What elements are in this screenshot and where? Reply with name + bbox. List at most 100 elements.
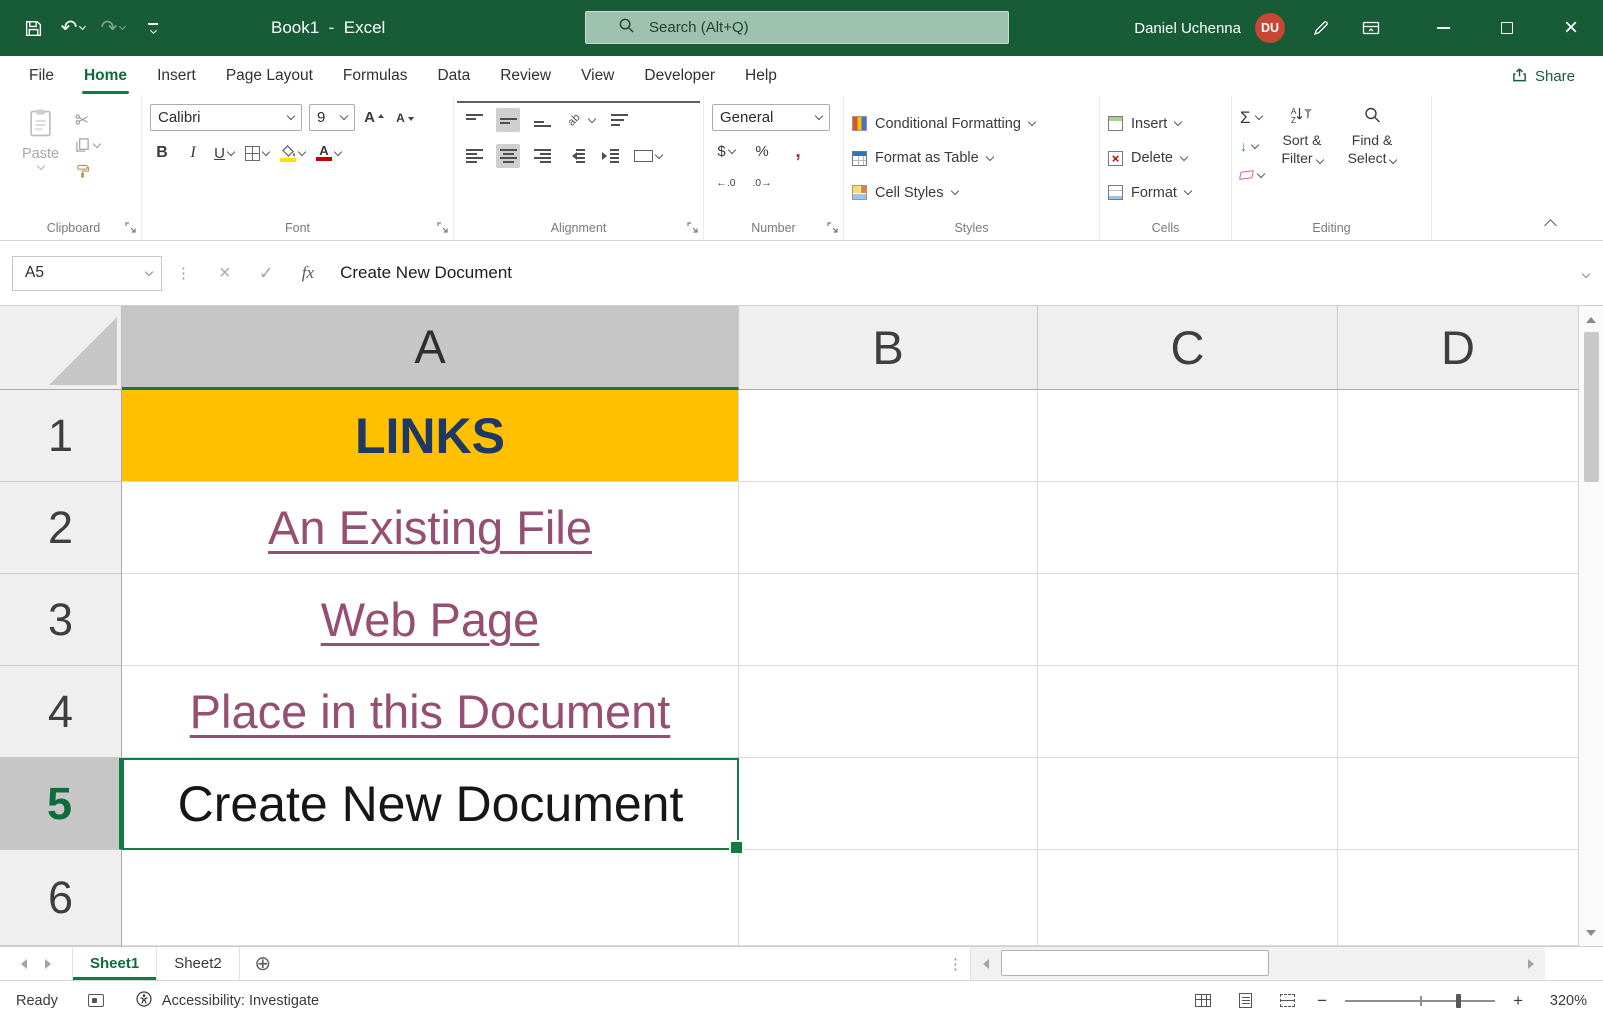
cell-B6[interactable] (739, 850, 1038, 946)
zoom-slider-thumb[interactable] (1456, 993, 1462, 1008)
copy-button[interactable] (75, 136, 102, 154)
cell-C4[interactable] (1038, 666, 1338, 758)
row-header-1[interactable]: 1 (0, 390, 122, 482)
cell-B2[interactable] (739, 482, 1038, 574)
zoom-out-button[interactable]: − (1317, 991, 1327, 1011)
accounting-format-button[interactable]: $ (714, 139, 738, 163)
align-right-button[interactable] (530, 144, 554, 168)
orientation-dropdown-icon[interactable] (587, 114, 597, 123)
cut-button[interactable] (75, 110, 100, 128)
confirm-entry-icon[interactable]: ✓ (259, 263, 274, 284)
middle-align-button[interactable] (496, 108, 520, 132)
clipboard-dialog-launcher-icon[interactable] (125, 222, 136, 233)
font-name-dropdown-icon[interactable] (286, 111, 296, 121)
close-button[interactable]: × (1539, 0, 1603, 56)
select-all-button[interactable] (0, 306, 122, 390)
font-size-combo[interactable]: 9 (309, 104, 355, 131)
tab-insert[interactable]: Insert (142, 56, 211, 96)
merge-center-button[interactable] (632, 144, 664, 168)
fill-color-button[interactable] (278, 141, 307, 165)
increase-decimal-button[interactable] (714, 171, 738, 195)
underline-dropdown-icon[interactable] (226, 147, 236, 156)
fill-button[interactable]: ↓ (1240, 136, 1264, 156)
font-size-dropdown-icon[interactable] (339, 111, 349, 121)
page-break-view-button[interactable] (1275, 991, 1299, 1011)
decrease-decimal-button[interactable] (750, 171, 774, 195)
vertical-scrollbar[interactable] (1578, 306, 1603, 946)
cell-D3[interactable] (1338, 574, 1578, 666)
cell-A4[interactable]: Place in this Document (122, 666, 739, 758)
center-button[interactable] (496, 144, 520, 168)
orientation-button[interactable] (564, 108, 597, 132)
cell-B5[interactable] (739, 758, 1038, 850)
cell-C3[interactable] (1038, 574, 1338, 666)
column-header-C[interactable]: C (1038, 306, 1338, 390)
cell-C5[interactable] (1038, 758, 1338, 850)
fill-color-dropdown-icon[interactable] (297, 147, 307, 156)
sort-filter-button[interactable]: AZ Sort & Filter (1270, 101, 1334, 215)
horizontal-scrollbar[interactable] (970, 947, 1545, 980)
column-header-B[interactable]: B (739, 306, 1038, 390)
cell-D4[interactable] (1338, 666, 1578, 758)
cell-A3[interactable]: Web Page (122, 574, 739, 666)
tab-file[interactable]: File (14, 56, 69, 96)
format-dropdown-icon[interactable] (1183, 186, 1193, 196)
cell-D6[interactable] (1338, 850, 1578, 946)
scroll-down-icon[interactable] (1579, 920, 1603, 946)
row-header-3[interactable]: 3 (0, 574, 122, 666)
cancel-entry-icon[interactable]: × (219, 262, 231, 285)
accounting-dropdown-icon[interactable] (727, 145, 736, 154)
fill-dropdown-icon[interactable] (1250, 140, 1260, 149)
cell-B1[interactable] (739, 390, 1038, 482)
font-name-combo[interactable]: Calibri (150, 104, 302, 131)
zoom-level[interactable]: 320% (1541, 993, 1587, 1009)
tab-scroll-splitter[interactable]: ⋮ (941, 947, 970, 980)
font-color-button[interactable]: A (314, 141, 343, 165)
column-header-D[interactable]: D (1338, 306, 1578, 390)
save-icon[interactable] (20, 11, 46, 45)
tab-developer[interactable]: Developer (629, 56, 730, 96)
name-box-dropdown-icon[interactable] (144, 267, 154, 276)
cell-styles-dropdown-icon[interactable] (950, 186, 959, 196)
sheet-tab-sheet2[interactable]: Sheet2 (157, 947, 240, 980)
row-header-5[interactable]: 5 (0, 758, 122, 850)
borders-dropdown-icon[interactable] (261, 147, 271, 156)
cell-A6[interactable] (122, 850, 739, 946)
increase-font-size-button[interactable]: A (362, 106, 386, 130)
conditional-formatting-button[interactable]: Conditional Formatting (852, 110, 1091, 138)
scroll-up-icon[interactable] (1579, 306, 1603, 332)
previous-sheet-icon[interactable] (16, 958, 27, 969)
cell-C1[interactable] (1038, 390, 1338, 482)
name-box[interactable]: A5 (12, 255, 162, 291)
insert-cells-button[interactable]: Insert (1108, 110, 1223, 138)
customize-quick-access-icon[interactable] (140, 11, 166, 45)
number-format-combo[interactable]: General (712, 104, 830, 131)
page-layout-view-button[interactable] (1233, 991, 1257, 1011)
cell-B3[interactable] (739, 574, 1038, 666)
tab-data[interactable]: Data (422, 56, 485, 96)
alignment-dialog-launcher-icon[interactable] (687, 222, 698, 233)
cell-D5[interactable] (1338, 758, 1578, 850)
find-select-button[interactable]: Find & Select (1340, 101, 1404, 215)
zoom-slider[interactable] (1345, 992, 1496, 1010)
decrease-font-size-button[interactable]: A (393, 106, 417, 130)
search-box[interactable] (585, 11, 1009, 44)
collapse-ribbon-icon[interactable] (1544, 219, 1557, 232)
inking-pen-icon[interactable] (1311, 18, 1331, 38)
format-as-table-dropdown-icon[interactable] (985, 152, 994, 161)
paste-dropdown-icon[interactable] (36, 161, 45, 171)
delete-dropdown-icon[interactable] (1179, 152, 1189, 161)
avatar[interactable]: DU (1255, 13, 1285, 43)
horizontal-scrollbar-thumb[interactable] (1001, 950, 1269, 976)
cell-A2[interactable]: An Existing File (122, 482, 739, 574)
paste-button[interactable]: Paste (14, 101, 67, 215)
row-header-6[interactable]: 6 (0, 850, 122, 946)
ribbon-display-options-icon[interactable] (1361, 18, 1381, 38)
bold-button[interactable]: B (150, 141, 174, 165)
cell-styles-button[interactable]: Cell Styles (852, 179, 1091, 207)
percent-style-button[interactable]: % (750, 139, 774, 163)
redo-button[interactable]: ↷ (100, 11, 127, 45)
add-sheet-button[interactable]: ⊕ (240, 947, 286, 980)
borders-button[interactable] (243, 141, 271, 165)
number-format-dropdown-icon[interactable] (814, 111, 824, 121)
